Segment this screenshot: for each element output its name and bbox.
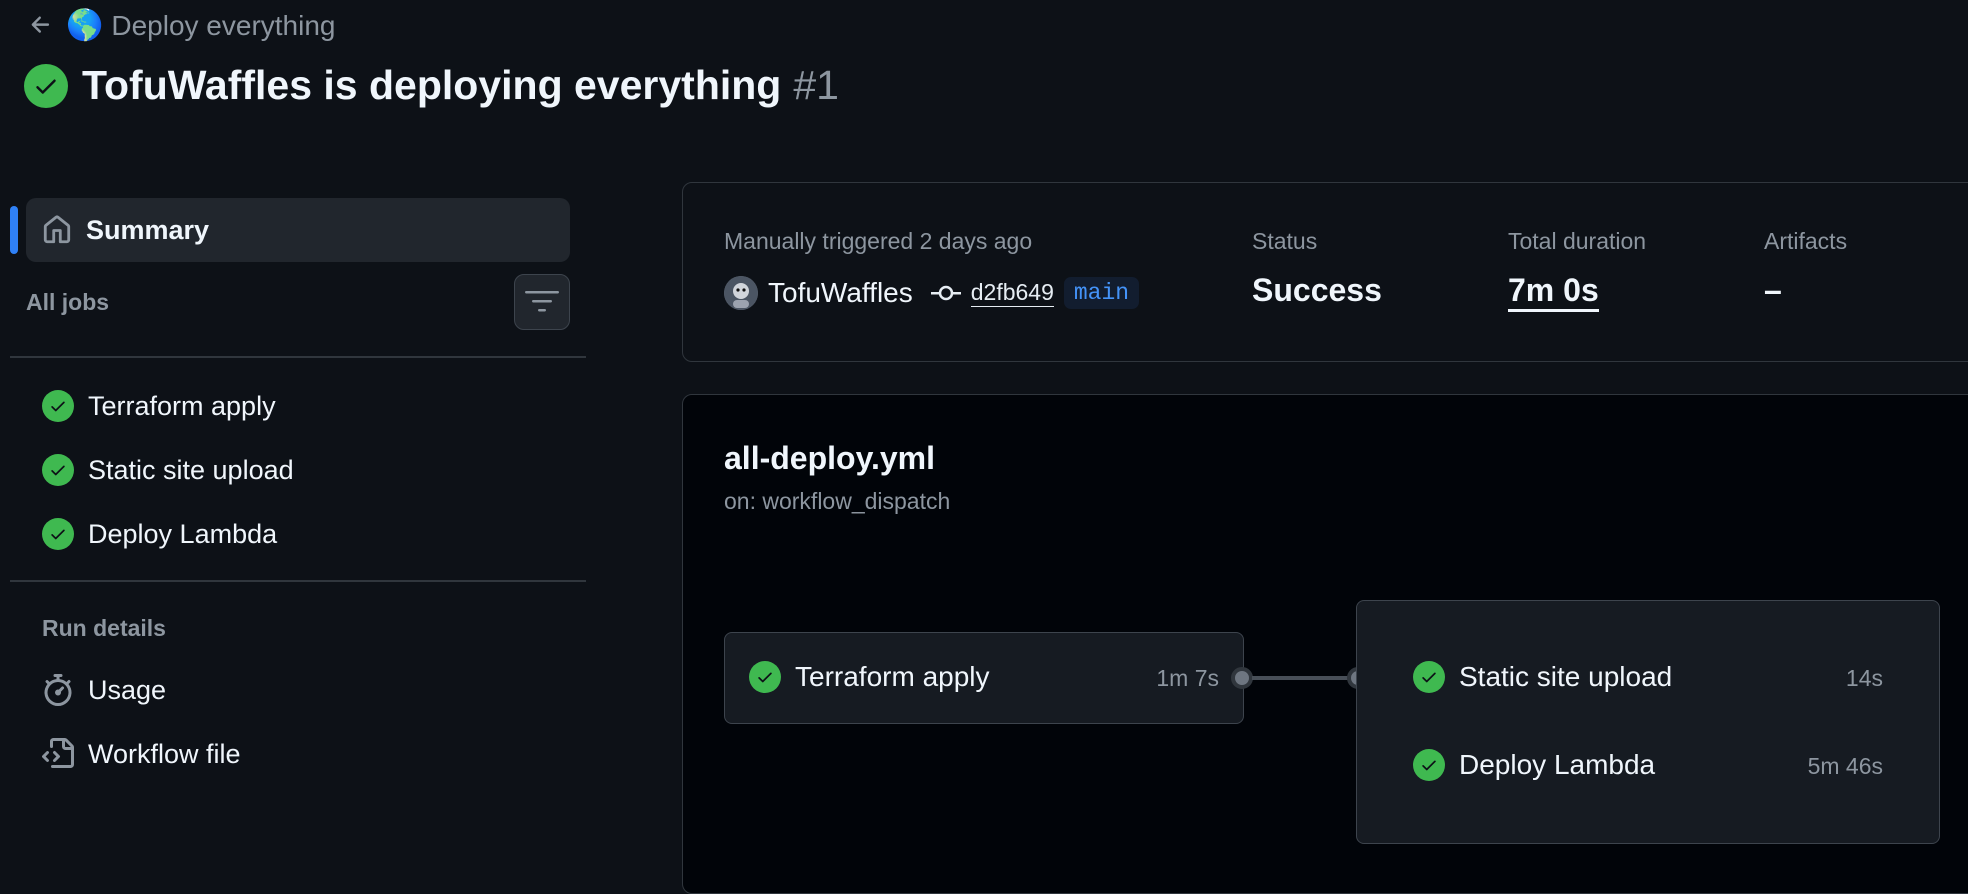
branch-badge[interactable]: main (1063, 277, 1140, 309)
git-commit-icon (930, 285, 961, 301)
graph-job-duration: 14s (1845, 665, 1883, 691)
duration-label: Total duration (1508, 228, 1647, 254)
graph-job-duration: 5m 46s (1807, 753, 1883, 779)
sidebar-job-terraform-apply[interactable]: Terraform apply (42, 390, 276, 422)
active-indicator (10, 206, 18, 254)
page-title-row: TofuWaffles is deploying everything #1 (24, 62, 839, 109)
workflow-trigger: on: workflow_dispatch (724, 488, 951, 514)
trigger-details: TofuWaffles d2fb649 main (724, 276, 1140, 310)
status-value: Success (1252, 272, 1382, 308)
page-title-text: TofuWaffles is deploying everything (82, 62, 782, 108)
filter-icon (525, 291, 559, 312)
all-jobs-heading: All jobs (26, 289, 110, 315)
success-check-icon (749, 661, 781, 693)
filter-button[interactable] (514, 274, 570, 330)
graph-job-deploy-lambda[interactable]: Deploy Lambda (1413, 749, 1655, 781)
sidebar-item-label: Workflow file (88, 738, 241, 769)
back-button[interactable] (28, 12, 54, 38)
page-title: TofuWaffles is deploying everything #1 (82, 62, 839, 109)
sidebar-item-summary[interactable]: Summary (26, 198, 570, 262)
success-check-icon (42, 518, 74, 550)
breadcrumb-workflow-name[interactable]: Deploy everything (111, 10, 335, 42)
sidebar-job-label: Terraform apply (88, 390, 276, 421)
artifacts-value: – (1764, 272, 1782, 308)
artifacts-label: Artifacts (1764, 228, 1848, 254)
home-icon (43, 215, 71, 244)
sidebar-job-deploy-lambda[interactable]: Deploy Lambda (42, 518, 277, 550)
globe-icon: 🌎 (66, 9, 104, 42)
sidebar-divider (10, 580, 586, 582)
graph-job-group: Static site upload 14s Deploy Lambda 5m … (1356, 600, 1940, 844)
sidebar-item-label: Summary (86, 214, 210, 245)
status-label: Status (1252, 228, 1318, 254)
graph-edge (1252, 676, 1352, 680)
arrow-left-icon (31, 16, 50, 33)
sidebar-job-static-site-upload[interactable]: Static site upload (42, 454, 294, 486)
sidebar-job-label: Static site upload (88, 454, 294, 485)
commit-sha-link[interactable]: d2fb649 (970, 279, 1054, 307)
sidebar-divider (10, 356, 586, 358)
graph-job-label: Terraform apply (795, 661, 990, 692)
graph-job-label: Deploy Lambda (1459, 749, 1656, 780)
stopwatch-icon (44, 674, 72, 706)
trigger-text: Manually triggered 2 days ago (724, 228, 1033, 254)
success-check-icon (1413, 749, 1445, 781)
sidebar-item-usage[interactable]: Usage (42, 674, 166, 706)
graph-job-duration: 1m 7s (1156, 665, 1219, 691)
sidebar-item-workflow-file[interactable]: Workflow file (42, 738, 241, 770)
run-number: #1 (793, 62, 839, 108)
graph-output-port (1231, 667, 1253, 689)
workflow-file-name: all-deploy.yml (724, 440, 936, 476)
avatar[interactable] (724, 276, 758, 310)
success-check-icon (24, 63, 68, 108)
actor-name[interactable]: TofuWaffles (768, 277, 913, 309)
success-check-icon (42, 390, 74, 422)
graph-job-terraform-apply[interactable]: Terraform apply 1m 7s (724, 632, 1244, 724)
duration-link[interactable]: 7m 0s (1508, 272, 1599, 312)
graph-job-static-site-upload[interactable]: Static site upload (1413, 661, 1672, 693)
graph-job-label: Static site upload (1459, 661, 1673, 692)
file-code-icon (42, 738, 74, 768)
breadcrumb[interactable]: 🌎 Deploy everything (66, 10, 335, 42)
success-check-icon (42, 454, 74, 486)
sidebar-item-label: Usage (88, 674, 167, 705)
run-details-heading: Run details (42, 615, 166, 641)
success-check-icon (1413, 661, 1445, 693)
sidebar-job-label: Deploy Lambda (88, 518, 278, 549)
